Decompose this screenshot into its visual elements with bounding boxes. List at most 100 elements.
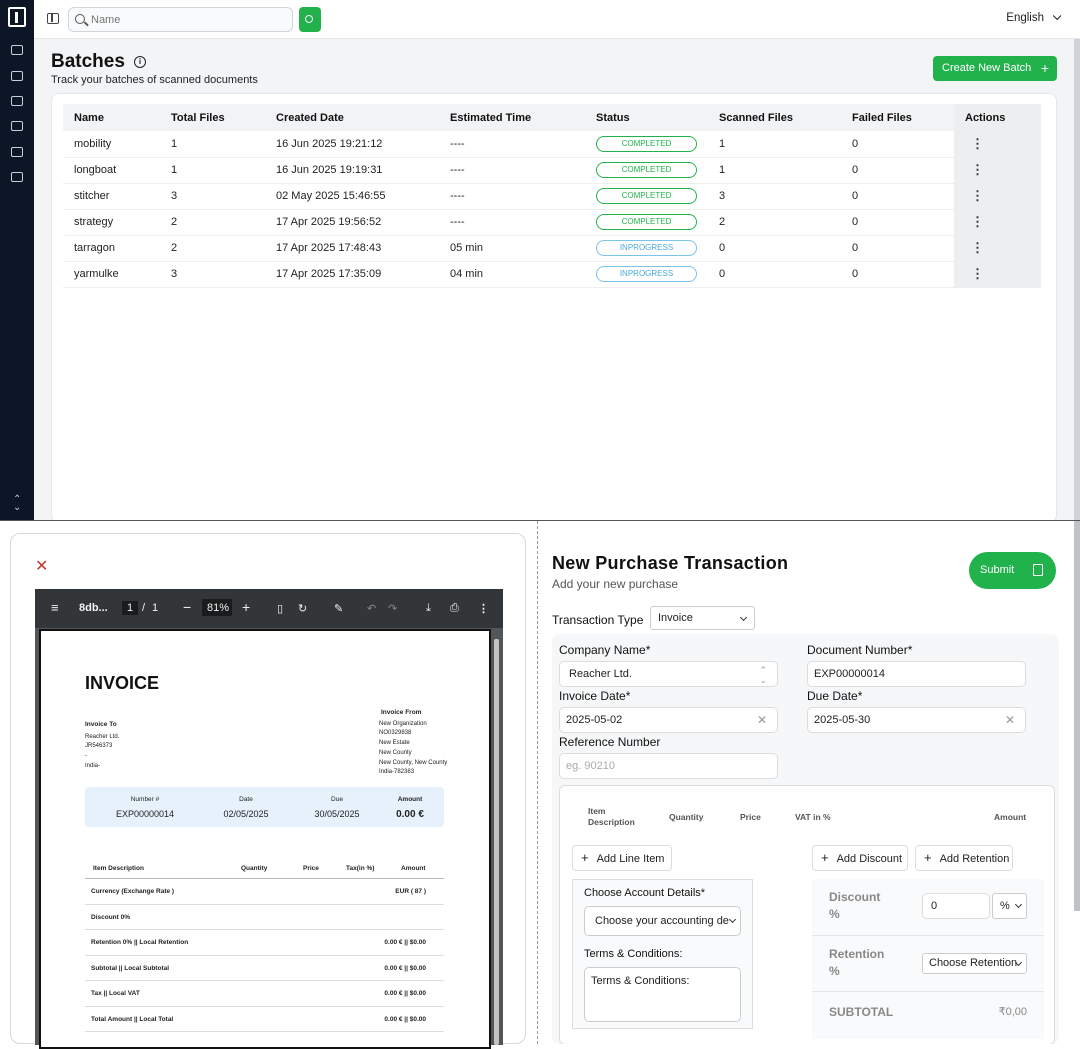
- terms-value: Terms & Conditions:: [591, 975, 690, 987]
- form-scrollbar[interactable]: [1074, 521, 1080, 911]
- close-icon[interactable]: ✕: [35, 556, 48, 576]
- rotate-icon[interactable]: ↻: [298, 602, 307, 615]
- add-line-item-button[interactable]: + Add Line Item: [572, 845, 672, 871]
- invoice-date-input[interactable]: 2025-05-02 ✕: [559, 707, 778, 733]
- more-actions-icon[interactable]: ⋮: [965, 188, 984, 204]
- invoice-row-value: 0.00 € || $0.00: [384, 939, 426, 946]
- print-icon[interactable]: ⎙: [450, 602, 459, 615]
- add-discount-button[interactable]: + Add Discount: [812, 845, 908, 871]
- search-field[interactable]: [68, 7, 293, 32]
- due-date-input[interactable]: 2025-05-30 ✕: [807, 707, 1026, 733]
- scrollbar[interactable]: [1074, 39, 1080, 521]
- chart-icon[interactable]: [11, 147, 23, 157]
- status-cell: INPROGRESS: [585, 235, 708, 262]
- pdf-toolbar: ≡ 8db... 1 / 1 − 81% + ▯ ↻ ✎ ↶ ↷ ⤓ ⎙ ⋮: [35, 589, 503, 628]
- pdf-scrollbar[interactable]: [494, 639, 499, 1045]
- undo-icon[interactable]: ↶: [367, 602, 376, 615]
- sliders-icon[interactable]: [11, 172, 23, 182]
- table-row[interactable]: longboat 1 16 Jun 2025 19:19:31 ---- COMPLET…: [63, 157, 1041, 184]
- reference-input[interactable]: eg. 90210: [559, 753, 778, 779]
- estimated-time: ----: [439, 131, 585, 158]
- annotate-icon[interactable]: ✎: [334, 602, 343, 615]
- redo-icon[interactable]: ↷: [388, 602, 397, 615]
- status-badge: COMPLETED: [596, 135, 697, 152]
- invoice-from-line: NO0329838: [379, 730, 412, 737]
- transaction-type-select[interactable]: Invoice: [650, 606, 755, 630]
- discount-input[interactable]: 0: [922, 893, 990, 919]
- database-icon[interactable]: [11, 71, 23, 81]
- created-date: 17 Apr 2025 19:56:52: [265, 209, 439, 236]
- table-row[interactable]: stitcher 3 02 May 2025 15:46:55 ---- COMPLET…: [63, 183, 1041, 210]
- subtotal-value: ₹0,00: [998, 1006, 1027, 1018]
- more-icon[interactable]: ⋮: [478, 602, 489, 615]
- created-date: 16 Jun 2025 19:21:12: [265, 131, 439, 158]
- card-icon[interactable]: [11, 96, 23, 106]
- table-row[interactable]: mobility 1 16 Jun 2025 19:21:12 ---- COMPLET…: [63, 131, 1041, 158]
- table-row[interactable]: strategy 2 17 Apr 2025 19:56:52 ---- COMPLET…: [63, 209, 1041, 236]
- invoice-table-header: Item Description Quantity Price Tax(in %…: [85, 861, 444, 879]
- more-actions-icon[interactable]: ⋮: [965, 266, 984, 282]
- home-icon[interactable]: [11, 45, 23, 55]
- summary-value: EXP00000014: [115, 809, 175, 819]
- inv-col: Price: [303, 865, 319, 872]
- terms-textarea[interactable]: Terms & Conditions:: [584, 967, 741, 1022]
- add-retention-button[interactable]: + Add Retention: [915, 845, 1013, 871]
- language-select[interactable]: English: [1006, 11, 1062, 24]
- col-vat: VAT in %: [795, 812, 831, 822]
- book-icon[interactable]: [11, 121, 23, 131]
- more-actions-icon[interactable]: ⋮: [965, 162, 984, 178]
- company-select[interactable]: Reacher Ltd. ⌃ ⌄: [559, 661, 778, 687]
- summary-value: 02/05/2025: [223, 809, 269, 819]
- more-actions-icon[interactable]: ⋮: [965, 240, 984, 256]
- batch-name: strategy: [63, 209, 160, 236]
- chevron-down-icon: [739, 613, 748, 622]
- more-actions-icon[interactable]: ⋮: [965, 136, 984, 152]
- invoice-row-value: EUR ( 87 ): [395, 888, 426, 895]
- status-badge: COMPLETED: [596, 162, 697, 178]
- invoice-items-table: Item Description Quantity Price Tax(in %…: [85, 861, 444, 1032]
- account-select[interactable]: Choose your accounting de: [584, 906, 741, 936]
- failed-files: 0: [841, 157, 954, 184]
- plus-icon: +: [581, 850, 589, 865]
- submit-label: Submit: [980, 564, 1015, 576]
- submit-button[interactable]: Submit: [969, 552, 1056, 589]
- create-new-batch-button[interactable]: Create New Batch +: [933, 56, 1057, 81]
- zoom-in-icon[interactable]: +: [242, 599, 250, 615]
- company-value: Reacher Ltd.: [569, 668, 632, 680]
- doc-number-input[interactable]: EXP00000014: [807, 661, 1026, 687]
- zoom-out-icon[interactable]: −: [183, 599, 191, 615]
- created-date: 16 Jun 2025 19:19:31: [265, 157, 439, 184]
- chevron-down-icon: [1052, 11, 1062, 21]
- status-badge: COMPLETED: [596, 188, 697, 204]
- fit-page-icon[interactable]: ▯: [277, 602, 283, 615]
- transaction-type-label: Transaction Type: [552, 613, 644, 627]
- created-date: 17 Apr 2025 17:48:43: [265, 235, 439, 262]
- search-button[interactable]: [299, 7, 321, 32]
- summary-value: 0.00 €: [396, 809, 424, 820]
- totals-section: Discount % 0 % Retention % Choose Retent…: [812, 879, 1044, 1039]
- panel-toggle-icon[interactable]: [47, 13, 59, 24]
- info-icon[interactable]: i: [134, 56, 146, 68]
- invoice-table-row: Tax || Local VAT 0.00 € || $0.00: [85, 981, 444, 1007]
- table-row[interactable]: tarragon 2 17 Apr 2025 17:48:43 05 min INPRO…: [63, 235, 1041, 262]
- expand-icon[interactable]: ⌃ ⌄: [13, 495, 21, 513]
- inv-col: Tax(in %): [346, 865, 375, 872]
- menu-icon[interactable]: ≡: [51, 600, 59, 615]
- batches-card: Name Total Files Created Date Estimated …: [51, 93, 1057, 521]
- discount-unit-select[interactable]: %: [992, 893, 1027, 919]
- more-actions-icon[interactable]: ⋮: [965, 214, 984, 230]
- invoice-table-row: Discount 0%: [85, 905, 444, 930]
- total-files: 1: [160, 157, 265, 184]
- discount-label: Discount %: [829, 890, 881, 921]
- clear-icon[interactable]: ✕: [757, 708, 767, 732]
- plus-icon: +: [924, 850, 932, 865]
- retention-select[interactable]: Choose Retention: [922, 953, 1027, 974]
- clear-icon[interactable]: ✕: [1005, 708, 1015, 732]
- invoice-row-value: 0.00 € || $0.00: [384, 964, 426, 972]
- zoom-level: 81%: [207, 602, 230, 614]
- batch-name: mobility: [63, 131, 160, 158]
- search-input[interactable]: [91, 12, 281, 28]
- download-icon[interactable]: ⤓: [426, 602, 431, 615]
- table-row[interactable]: yarmulke 3 17 Apr 2025 17:35:09 04 min INPRO…: [63, 261, 1041, 288]
- create-batch-label: Create New Batch: [942, 62, 1032, 74]
